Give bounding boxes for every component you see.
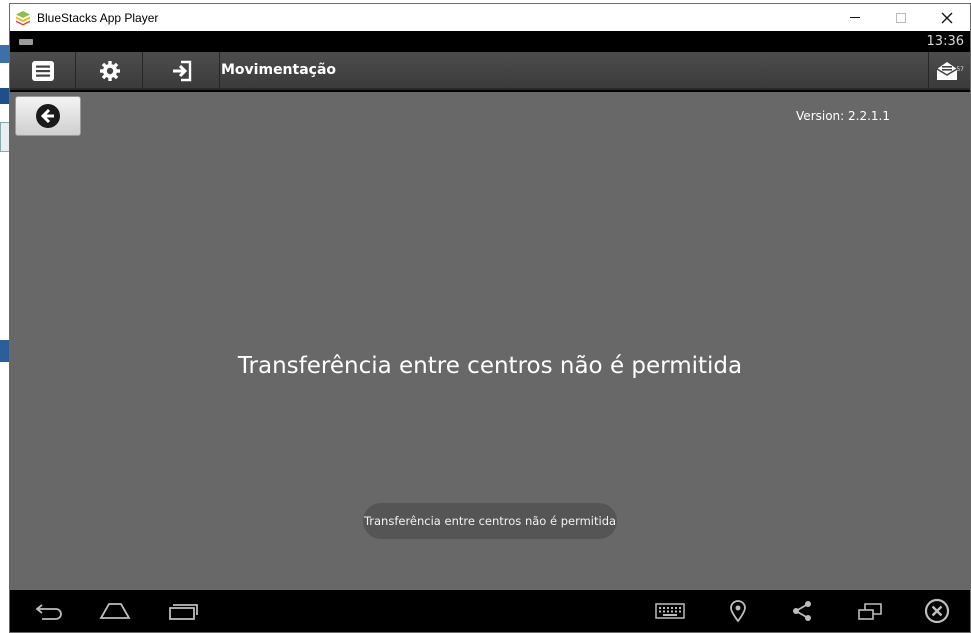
app-version: Version: 2.2.1.1	[796, 109, 890, 123]
main-content: Version: 2.2.1.1 Transferência entre cen…	[10, 92, 970, 590]
toast-notification: Transferência entre centros não é permit…	[363, 503, 617, 539]
list-icon	[31, 61, 54, 81]
nav-recents-button[interactable]	[166, 596, 200, 626]
minimize-icon	[850, 17, 860, 18]
share-button[interactable]	[785, 596, 819, 626]
back-arrow-icon	[35, 604, 62, 620]
window-title: BlueStacks App Player	[37, 10, 159, 25]
nav-back-button[interactable]	[32, 596, 66, 626]
share-icon	[793, 601, 811, 621]
recent-apps-icon	[169, 604, 198, 620]
envelope-icon	[936, 62, 958, 80]
location-button[interactable]	[721, 596, 755, 626]
nav-home-button[interactable]	[98, 596, 132, 626]
keyboard-icon	[655, 603, 685, 619]
close-app-button[interactable]	[920, 596, 954, 626]
messages-count-badge: 57	[956, 66, 964, 73]
screen-title: Movimentação	[221, 62, 337, 78]
close-circle-icon	[924, 598, 950, 624]
home-icon	[99, 603, 131, 619]
bluestacks-logo-icon	[16, 10, 30, 25]
location-pin-icon	[730, 600, 746, 622]
window-titlebar[interactable]: BlueStacks App Player	[10, 4, 970, 31]
sign-in-icon	[172, 60, 191, 82]
status-clock: 13:36	[926, 34, 964, 49]
arrow-left-circle-icon	[36, 104, 60, 128]
keyboard-status-icon	[19, 39, 33, 45]
gear-icon	[99, 61, 120, 81]
window-resize-icon	[858, 603, 882, 620]
window-controls	[832, 4, 970, 31]
maximize-button[interactable]	[878, 4, 924, 31]
maximize-icon	[896, 12, 906, 23]
android-nav-bar	[10, 590, 970, 632]
exit-button[interactable]	[144, 52, 220, 90]
error-message: Transferência entre centros não é permit…	[237, 353, 743, 379]
bluestacks-window: BlueStacks App Player 13:36 Movimentação…	[9, 3, 971, 633]
close-button[interactable]	[924, 4, 970, 31]
menu-button[interactable]	[10, 52, 76, 90]
settings-button[interactable]	[77, 52, 143, 90]
window-resize-button[interactable]	[853, 596, 887, 626]
back-button[interactable]	[15, 96, 81, 136]
minimize-button[interactable]	[832, 4, 878, 31]
messages-button[interactable]: 57	[928, 52, 970, 90]
android-status-bar: 13:36	[10, 31, 970, 52]
close-icon	[941, 12, 953, 23]
action-bar: Movimentação 57	[10, 52, 970, 90]
keyboard-button[interactable]	[653, 596, 687, 626]
